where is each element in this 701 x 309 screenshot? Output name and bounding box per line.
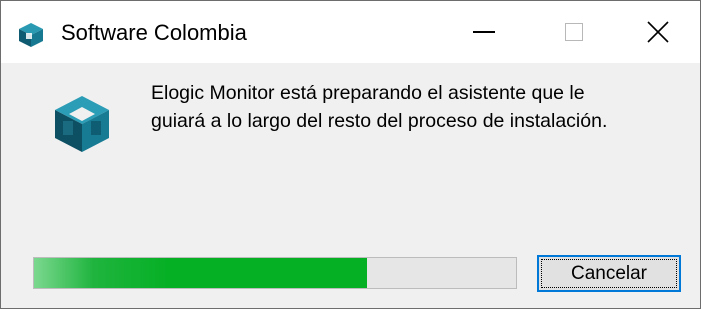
close-icon [647,21,669,43]
message-line-2: guiará a lo largo del resto del proceso … [151,110,608,132]
cancel-button[interactable]: Cancelar [537,255,681,292]
cancel-button-label: Cancelar [541,259,677,288]
installer-window: Software Colombia Elogic Monitor está pr… [0,0,701,309]
minimize-button[interactable] [439,1,529,63]
title-bar[interactable]: Software Colombia [1,1,700,63]
maximize-icon [565,23,583,41]
app-cube-icon [19,23,43,47]
app-cube-icon [55,96,109,152]
maximize-button[interactable] [529,1,619,63]
progress-bar [33,257,517,289]
close-button[interactable] [613,1,701,63]
minimize-icon [473,31,495,33]
window-title: Software Colombia [61,20,247,45]
progress-fill [34,258,367,288]
status-message: Elogic Monitor está preparando el asiste… [151,79,681,135]
message-line-1: Elogic Monitor está preparando el asiste… [151,82,585,104]
